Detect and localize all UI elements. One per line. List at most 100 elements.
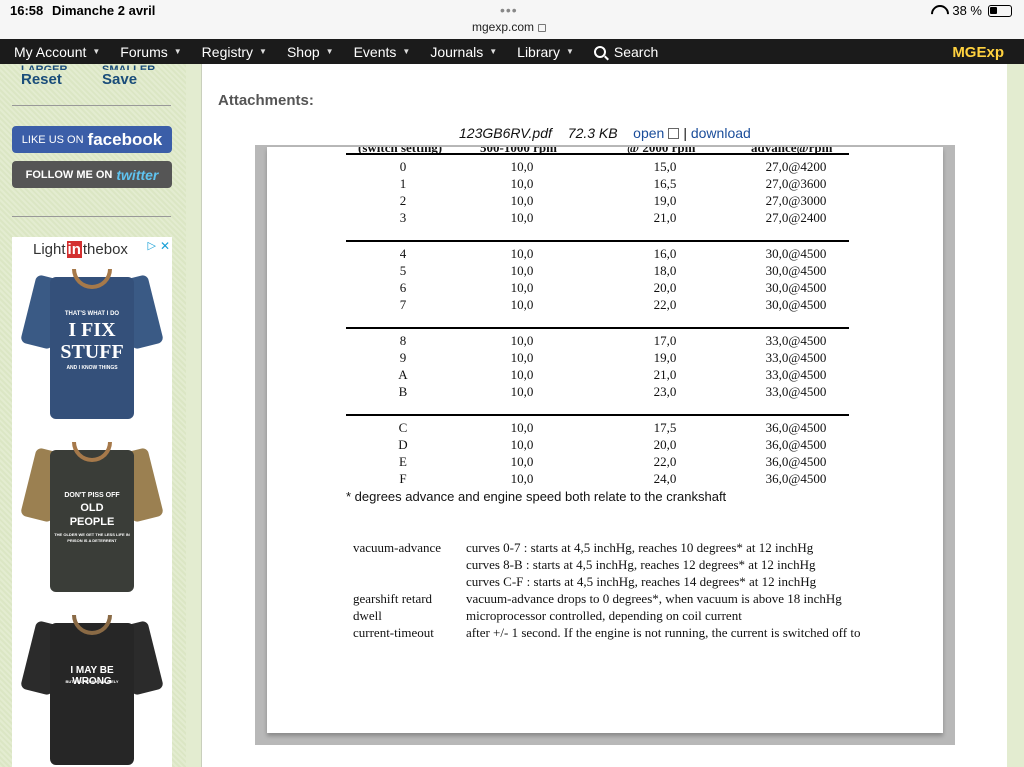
table-cell: E <box>399 454 407 469</box>
ad-close-icon[interactable]: ✕ <box>160 239 170 253</box>
ad-logo-post: thebox <box>82 241 128 258</box>
status-date: Dimanche 2 avril <box>52 3 156 18</box>
save-button[interactable]: Save <box>102 71 137 88</box>
caret-down-icon: ▼ <box>325 47 334 56</box>
ad-logo-in: in <box>66 241 82 258</box>
site-nav: My Account ▼ Forums ▼ Registry ▼ Shop ▼ Even… <box>0 39 1024 64</box>
wifi-icon <box>930 5 946 17</box>
nav-shop[interactable]: Shop ▼ <box>277 44 344 60</box>
url-text: mgexp.com <box>472 20 535 34</box>
table-cell: 10,0 <box>510 263 534 278</box>
table-cell: 15,0 <box>653 159 677 174</box>
ad-logo-pre: Light <box>33 241 66 258</box>
facebook-brand: facebook <box>87 129 163 149</box>
nav-registry[interactable]: Registry ▼ <box>192 44 277 60</box>
sidebar-divider <box>12 105 171 106</box>
site-brand[interactable]: MGExp <box>952 44 1004 61</box>
table-cell: 17,5 <box>653 420 677 435</box>
shirt-text: AND I KNOW THINGS <box>66 365 118 371</box>
note-text: vacuum-advance drops to 0 degrees*, when… <box>466 591 842 606</box>
table-cell: 24,0 <box>653 471 677 486</box>
table-cell: F <box>399 471 407 486</box>
note-text: after +/- 1 second. If the engine is not… <box>466 625 861 640</box>
table-rule <box>346 153 849 155</box>
larger-label[interactable]: LARGER <box>21 64 67 70</box>
table-cell: 36,0@4500 <box>765 471 827 486</box>
status-time: 16:58 <box>10 3 44 18</box>
nav-journals[interactable]: Journals ▼ <box>420 44 507 60</box>
reset-button[interactable]: Reset <box>21 71 62 88</box>
caret-down-icon: ▼ <box>489 47 498 56</box>
table-cell: 10,0 <box>510 471 534 486</box>
note-text: curves 8-B : starts at 4,5 inchHg, reach… <box>466 557 816 572</box>
table-cell: 33,0@4500 <box>765 333 827 348</box>
table-cell: 30,0@4500 <box>765 263 827 278</box>
table-cell: 9 <box>399 350 407 365</box>
table-cell: 10,0 <box>510 420 534 435</box>
table-cell: C <box>398 420 408 435</box>
nav-search[interactable]: Search <box>584 44 668 60</box>
table-cell: 17,0 <box>653 333 677 348</box>
note-label: gearshift retard <box>353 591 433 606</box>
caret-down-icon: ▼ <box>402 47 411 56</box>
status-right: 38 % <box>930 3 1012 18</box>
nav-label: Registry <box>201 43 254 60</box>
shirt-text: PEOPLE <box>69 516 115 528</box>
table-cell: 6 <box>399 280 407 295</box>
nav-forums[interactable]: Forums ▼ <box>110 44 191 60</box>
open-link[interactable]: open <box>633 125 664 141</box>
table-cell: D <box>398 437 408 452</box>
smaller-label[interactable]: SMALLER <box>102 64 155 70</box>
nav-label: Search <box>613 43 659 60</box>
table-cell: 1 <box>399 176 407 191</box>
facebook-like-button[interactable]: LIKE US ON facebook <box>12 126 172 153</box>
nav-events[interactable]: Events ▼ <box>344 44 421 60</box>
sidebar-ad[interactable]: Light in thebox ▷ ✕ THAT'S WHAT I DO I FIX… <box>12 237 172 767</box>
battery-fill <box>990 6 997 14</box>
table-rule <box>346 414 849 416</box>
facebook-pre: LIKE US ON <box>21 133 84 146</box>
nav-library[interactable]: Library ▼ <box>507 44 584 60</box>
caret-down-icon: ▼ <box>173 47 182 56</box>
table-cell: 21,0 <box>653 210 677 225</box>
shirt-image[interactable]: THAT'S WHAT I DO I FIX STUFF AND I KNOW … <box>20 259 164 419</box>
table-cell: 3 <box>399 210 407 225</box>
nav-my-account[interactable]: My Account ▼ <box>0 44 110 60</box>
table-cell: 8 <box>399 333 407 348</box>
table-cell: 27,0@4200 <box>765 159 827 174</box>
table-cell: 0 <box>399 159 407 174</box>
shirt-image[interactable]: DON'T PISS OFF OLD PEOPLE THE OLDER WE G… <box>20 432 164 592</box>
table-cell: 19,0 <box>653 350 677 365</box>
link-separator: | <box>683 125 687 141</box>
table-cell: 7 <box>399 297 407 312</box>
table-rule <box>346 240 849 242</box>
battery-icon <box>988 4 1012 17</box>
attachment-line: 123GB6RV.pdf 72.3 KB open | download <box>459 125 751 141</box>
attachments-title: Attachments: <box>218 92 314 109</box>
table-cell: 20,0 <box>653 280 677 295</box>
table-cell: 10,0 <box>510 159 534 174</box>
search-icon <box>593 45 606 58</box>
twitter-brand: twitter <box>116 166 159 183</box>
caret-down-icon: ▼ <box>565 47 574 56</box>
more-dots-icon[interactable]: ••• <box>500 2 518 18</box>
table-cell: 36,0@4500 <box>765 420 827 435</box>
table-cell: 27,0@3600 <box>765 176 827 191</box>
table-cell: 10,0 <box>510 333 534 348</box>
shirt-text: THE OLDER WE GET THE LESS LIFE IN PRISON… <box>54 532 130 543</box>
table-cell: 4 <box>399 246 407 261</box>
shirt-text: DON'T PISS OFF <box>64 492 120 499</box>
table-cell: 2 <box>399 193 407 208</box>
shirt-image[interactable]: I MAY BE WRONG BUT IT'S HIGHLY UNLIKELY <box>20 605 164 765</box>
pdf-page[interactable]: (switch setting) 500-1000 rpm @ 2000 rpm… <box>267 147 943 733</box>
table-cell: 10,0 <box>510 297 534 312</box>
address-bar[interactable]: mgexp.com <box>472 20 547 34</box>
table-cell: 10,0 <box>510 280 534 295</box>
ad-choices-icon[interactable]: ▷ <box>148 239 156 252</box>
table-cell: 10,0 <box>510 210 534 225</box>
twitter-follow-button[interactable]: FOLLOW ME ON twitter <box>12 161 172 188</box>
download-link[interactable]: download <box>691 125 751 141</box>
external-link-icon[interactable] <box>668 128 680 139</box>
table-cell: 16,0 <box>653 246 677 261</box>
note-text: curves C-F : starts at 4,5 inchHg, reach… <box>466 574 817 589</box>
